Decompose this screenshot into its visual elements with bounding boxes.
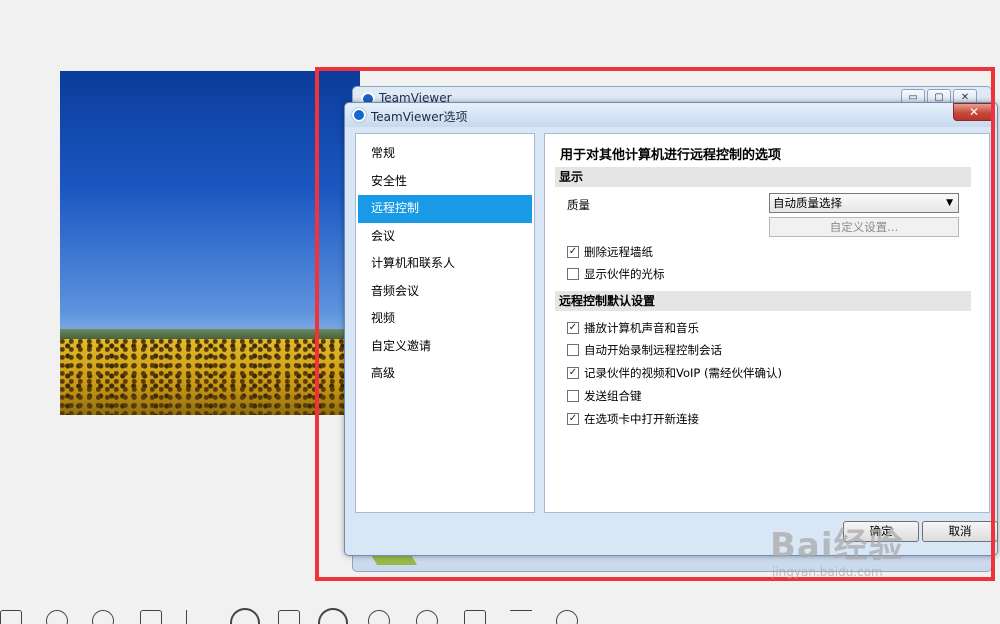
menu-icon[interactable] [510,610,532,624]
zoom-out-icon[interactable] [92,610,114,624]
checkbox-checked[interactable]: ✓ [567,413,579,425]
cancel-button[interactable]: 取消 [922,521,998,542]
nav-item-custom-invitation[interactable]: 自定义邀请 [358,333,532,361]
nav-item-video[interactable]: 视频 [358,305,532,333]
nav-item-security[interactable]: 安全性 [358,168,532,196]
section-display: 显示 [555,167,971,187]
nav-item-general[interactable]: 常规 [358,140,532,168]
options-dialog: TeamViewer选项 ✕ 常规 安全性 远程控制 会议 计算机和联系人 音频… [344,102,998,556]
checkbox-play-sounds[interactable]: ✓ 播放计算机声音和音乐 [567,320,699,336]
section-remote-defaults: 远程控制默认设置 [555,291,971,311]
quality-select[interactable]: 自动质量选择 ▼ [769,193,959,213]
page-title: 用于对其他计算机进行远程控制的选项 [560,148,782,163]
fullscreen-icon[interactable] [186,610,208,624]
checkbox-label: 记录伙伴的视频和VoIP (需经伙伴确认) [584,366,782,380]
viewer-toolbar [0,606,1000,624]
options-nav: 常规 安全性 远程控制 会议 计算机和联系人 音频会议 视频 自定义邀请 高级 [355,133,535,513]
quality-select-value: 自动质量选择 [773,196,842,210]
rotate-right-icon[interactable] [368,610,390,624]
nav-item-remote-control[interactable]: 远程控制 [358,195,532,223]
baidu-jingyan-watermark: Bai经验 jingyan.baidu.com [770,518,904,579]
actual-size-icon[interactable] [140,610,162,624]
checkbox-checked[interactable]: ✓ [567,322,579,334]
checkbox-label: 显示伙伴的光标 [584,267,665,281]
checkbox-send-key-combinations[interactable]: 发送组合键 [567,388,642,404]
checkbox-record-video-voip[interactable]: ✓ 记录伙伴的视频和VoIP (需经伙伴确认) [567,365,782,381]
nav-item-audio-conference[interactable]: 音频会议 [358,278,532,306]
next-icon[interactable] [318,608,348,624]
checkbox-open-in-tabs[interactable]: ✓ 在选项卡中打开新连接 [567,411,699,427]
checkbox-unchecked[interactable] [567,390,579,402]
sunflower-photo [60,71,360,415]
slideshow-icon[interactable] [278,610,300,624]
quality-label: 质量 [567,197,590,213]
watermark-logo: Bai经验 [770,526,904,566]
quality-label-text: 质量 [567,198,590,212]
checkbox-label: 播放计算机声音和音乐 [584,321,699,335]
previous-icon[interactable] [230,608,260,624]
checkbox-label: 在选项卡中打开新连接 [584,412,699,426]
teamviewer-icon [352,108,366,122]
nav-item-advanced[interactable]: 高级 [358,360,532,388]
checkbox-unchecked[interactable] [567,268,579,280]
dialog-titlebar[interactable]: TeamViewer选项 ✕ [345,103,997,127]
checkbox-label: 删除远程墙纸 [584,245,653,259]
checkbox-show-partner-cursor[interactable]: 显示伙伴的光标 [567,266,665,282]
custom-settings-button[interactable]: 自定义设置... [769,217,959,237]
delete-icon[interactable] [464,610,486,624]
dialog-close-button[interactable]: ✕ [953,103,995,121]
photo-sunflower-field [60,339,360,415]
dialog-title: TeamViewer选项 [371,110,468,124]
nav-item-meeting[interactable]: 会议 [358,223,532,251]
checkbox-label: 自动开始录制远程控制会话 [584,343,722,357]
chevron-down-icon: ▼ [946,198,953,208]
checkbox-checked[interactable]: ✓ [567,367,579,379]
watermark-url: jingyan.baidu.com [772,565,883,579]
info-icon[interactable] [556,610,578,624]
fit-window-icon[interactable] [0,610,22,624]
options-content: 用于对其他计算机进行远程控制的选项 显示 质量 自动质量选择 ▼ 自定义设置..… [544,133,990,513]
checkbox-auto-record[interactable]: 自动开始录制远程控制会话 [567,342,722,358]
nav-item-computers-contacts[interactable]: 计算机和联系人 [358,250,532,278]
checkbox-remove-wallpaper[interactable]: ✓ 删除远程墙纸 [567,244,653,260]
checkbox-checked[interactable]: ✓ [567,246,579,258]
zoom-in-icon[interactable] [46,610,68,624]
checkbox-label: 发送组合键 [584,389,642,403]
checkbox-unchecked[interactable] [567,344,579,356]
rotate-left-icon[interactable] [416,610,438,624]
